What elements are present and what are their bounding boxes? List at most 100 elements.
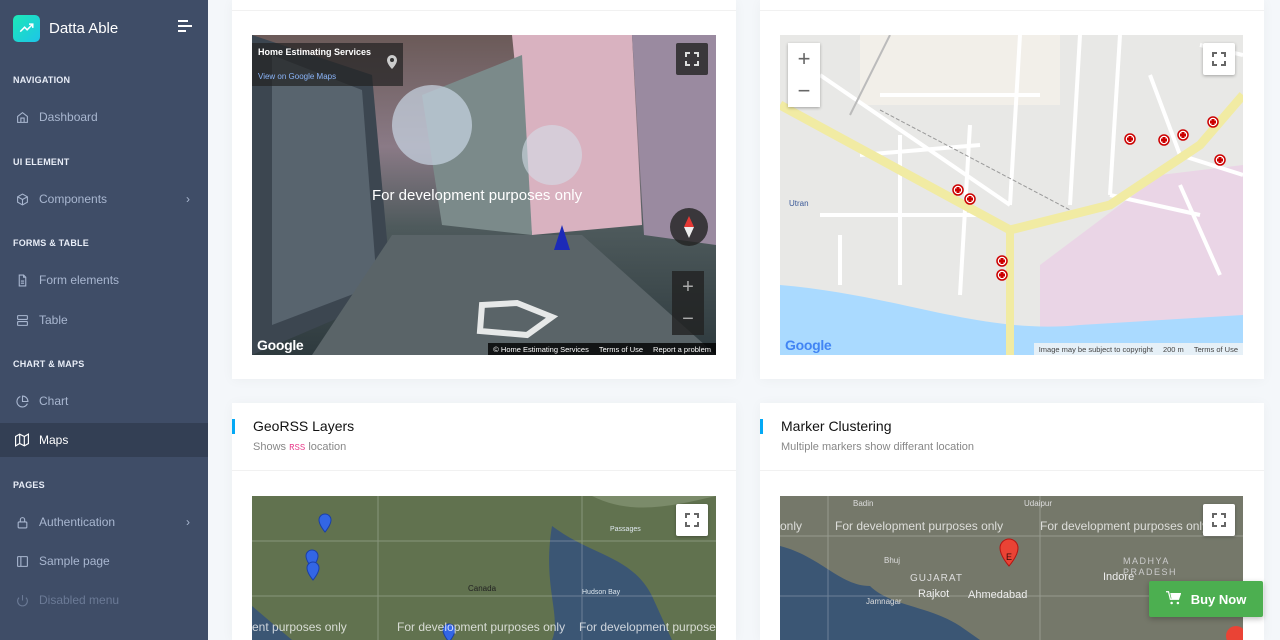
map-label: Hudson Bay bbox=[582, 589, 621, 596]
nav-caption-navigation: NAVIGATION bbox=[13, 75, 71, 85]
copyright-text: Image may be subject to copyright bbox=[1038, 344, 1153, 354]
map-label: Badin bbox=[853, 499, 874, 508]
report-problem-link[interactable]: Report a problem bbox=[653, 345, 711, 354]
fullscreen-button[interactable] bbox=[1203, 43, 1235, 75]
zoom-in-button[interactable]: + bbox=[788, 43, 820, 75]
dev-watermark: For development purposes only bbox=[579, 620, 716, 634]
sidebar-item-label: Components bbox=[39, 192, 108, 206]
sidebar-item-form-elements[interactable]: Form elements bbox=[0, 263, 208, 297]
sidebar-item-label: Chart bbox=[39, 394, 69, 408]
map-label: Udaipur bbox=[1024, 499, 1053, 508]
map-label: Passages bbox=[610, 526, 641, 533]
marker-letter[interactable]: E bbox=[1005, 552, 1013, 562]
card-header: GeoRSS Layers Shows RSS location bbox=[232, 403, 736, 471]
card-title: Marker Clustering bbox=[781, 418, 892, 434]
zoom-in-button[interactable]: + bbox=[672, 271, 704, 303]
google-logo: Google bbox=[257, 337, 304, 353]
sidebar-item-table[interactable]: Table bbox=[0, 303, 208, 337]
zoom-out-button[interactable]: − bbox=[788, 75, 820, 107]
dev-watermark: For development purposes only bbox=[372, 187, 583, 204]
box-icon bbox=[15, 192, 29, 206]
menu-toggle-icon[interactable] bbox=[178, 20, 192, 35]
fullscreen-button[interactable] bbox=[676, 504, 708, 536]
shopping-cart-icon bbox=[1165, 590, 1181, 608]
lock-icon bbox=[15, 515, 29, 529]
fullscreen-icon bbox=[1212, 513, 1226, 527]
fullscreen-icon bbox=[685, 513, 699, 527]
card-subtitle: Shows RSS location bbox=[253, 441, 347, 453]
sidebar-item-disabled-menu: Disabled menu bbox=[0, 583, 208, 617]
sidebar-item-dashboard[interactable]: Dashboard bbox=[0, 100, 208, 134]
compass-icon[interactable] bbox=[670, 208, 708, 246]
brand[interactable]: Datta Able bbox=[0, 0, 208, 56]
buy-now-button[interactable]: Buy Now bbox=[1149, 581, 1263, 617]
sidebar-item-label: Sample page bbox=[39, 554, 110, 568]
nav-caption-chart-maps: CHART & MAPS bbox=[13, 359, 85, 369]
map-label: Bhuj bbox=[884, 556, 901, 565]
road-map-card: + − Utran Google Image may be subject to… bbox=[760, 0, 1264, 379]
nav-caption-pages: PAGES bbox=[13, 480, 45, 490]
zoom-out-button[interactable]: − bbox=[672, 303, 704, 335]
view-on-google-maps-link[interactable]: View on Google Maps bbox=[258, 72, 336, 81]
map-label: Jamnagar bbox=[866, 597, 902, 606]
sidebar-item-components[interactable]: Components › bbox=[0, 182, 208, 216]
clustering-map[interactable]: E Badin Udaipur Bhuj GUJARAT Rajkot Ahme… bbox=[780, 496, 1243, 640]
dev-watermark: For development purposes only bbox=[397, 620, 566, 634]
card-header: Marker Clustering Multiple markers show … bbox=[760, 403, 1264, 471]
file-text-icon bbox=[15, 273, 29, 287]
map-label: MADHYA PRADESH bbox=[1123, 556, 1178, 577]
sidebar-item-maps[interactable]: Maps bbox=[0, 423, 208, 457]
sidebar-icon bbox=[15, 554, 29, 568]
place-info-box: Home Estimating Services View on Google … bbox=[252, 43, 403, 86]
sidebar-item-label: Form elements bbox=[39, 273, 120, 287]
pie-chart-icon bbox=[15, 394, 29, 408]
power-icon bbox=[15, 593, 29, 607]
street-view-map[interactable]: Home Estimating Services View on Google … bbox=[252, 35, 716, 355]
map-footer: © Home Estimating Services Terms of Use … bbox=[488, 343, 716, 355]
buy-now-label: Buy Now bbox=[1190, 591, 1247, 607]
server-icon bbox=[15, 313, 29, 327]
map-label: Ahmedabad bbox=[968, 589, 1028, 601]
scale-label: 200 m bbox=[1162, 344, 1184, 354]
nav-caption-ui-element: UI ELEMENT bbox=[13, 157, 70, 167]
terms-link[interactable]: Terms of Use bbox=[1194, 345, 1238, 354]
home-icon bbox=[15, 110, 29, 124]
fullscreen-icon bbox=[685, 52, 699, 66]
card-subtitle: Multiple markers show differant location bbox=[781, 441, 974, 453]
chevron-right-icon: › bbox=[186, 515, 190, 529]
fullscreen-icon bbox=[1212, 52, 1226, 66]
fullscreen-button[interactable] bbox=[676, 43, 708, 75]
sidebar-item-chart[interactable]: Chart bbox=[0, 384, 208, 418]
sidebar-item-authentication[interactable]: Authentication › bbox=[0, 505, 208, 539]
rss-tag: RSS bbox=[289, 443, 306, 453]
map-label: GUJARAT bbox=[910, 573, 963, 584]
map-icon bbox=[15, 433, 29, 447]
zoom-control: + − bbox=[672, 271, 704, 335]
georss-map[interactable]: Canada Hudson Bay Passages ent purposes … bbox=[252, 496, 716, 640]
fullscreen-button[interactable] bbox=[1203, 504, 1235, 536]
sidebar-item-label: Authentication bbox=[39, 515, 116, 529]
georss-card: GeoRSS Layers Shows RSS location Canada … bbox=[232, 403, 736, 640]
card-title: GeoRSS Layers bbox=[253, 418, 355, 434]
dev-watermark: For development purposes only bbox=[1040, 519, 1209, 533]
street-view-card: Home Estimating Services View on Google … bbox=[232, 0, 736, 379]
copyright-text: © Home Estimating Services bbox=[493, 344, 589, 354]
chevron-right-icon: › bbox=[186, 192, 190, 206]
place-title: Home Estimating Services bbox=[258, 47, 372, 57]
trending-up-icon bbox=[13, 14, 40, 42]
sidebar-item-label: Table bbox=[39, 313, 68, 327]
terms-link[interactable]: Terms of Use bbox=[599, 345, 643, 354]
brand-name: Datta Able bbox=[49, 19, 119, 37]
sidebar-item-label: Disabled menu bbox=[39, 593, 120, 607]
map-pin-icon bbox=[387, 55, 397, 74]
map-label: Rajkot bbox=[918, 588, 950, 600]
nav-caption-forms-table: FORMS & TABLE bbox=[13, 238, 89, 248]
zoom-control: + − bbox=[788, 43, 820, 107]
sidebar-item-sample-page[interactable]: Sample page bbox=[0, 544, 208, 578]
road-map[interactable]: + − Utran Google Image may be subject to… bbox=[780, 35, 1243, 355]
sidebar-item-label: Maps bbox=[39, 433, 69, 447]
place-label: Utran bbox=[789, 199, 809, 208]
dev-watermark: For development purposes only bbox=[835, 519, 1004, 533]
google-logo: Google bbox=[785, 337, 832, 353]
sidebar-item-label: Dashboard bbox=[39, 110, 98, 124]
